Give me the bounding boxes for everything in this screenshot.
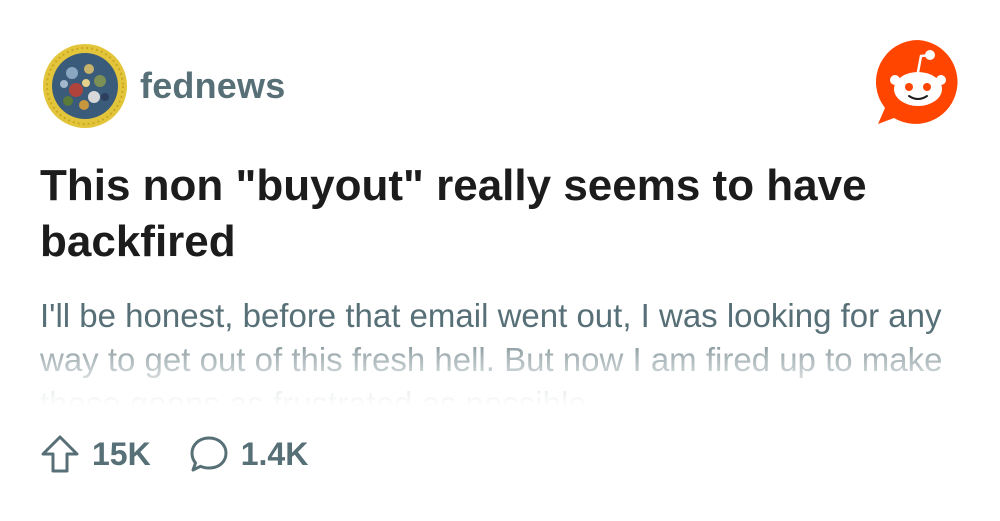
upvote-count: 15K [92, 435, 151, 472]
post-body-text: I'll be honest, before that email went o… [40, 297, 943, 406]
post-body[interactable]: I'll be honest, before that email went o… [40, 294, 960, 406]
reddit-logo[interactable] [873, 38, 963, 126]
comment-count: 1.4K [240, 435, 309, 472]
upvote-button[interactable]: 15K [40, 434, 151, 474]
subreddit-avatar-icon [43, 44, 127, 128]
comment-bubble-icon [190, 436, 228, 472]
post-title[interactable]: This non "buyout" really seems to have b… [40, 158, 940, 270]
reddit-snoo-icon [875, 39, 958, 124]
upvote-arrow-icon [41, 435, 79, 473]
subreddit-name[interactable]: fednews [140, 65, 285, 107]
subreddit-avatar[interactable] [42, 43, 128, 129]
post-header: fednews [42, 43, 285, 129]
comments-button[interactable]: 1.4K [189, 434, 309, 474]
post-card[interactable]: fednews This non "buyout" really seems t… [0, 0, 1000, 521]
post-actions: 15K 1.4K [40, 434, 346, 474]
